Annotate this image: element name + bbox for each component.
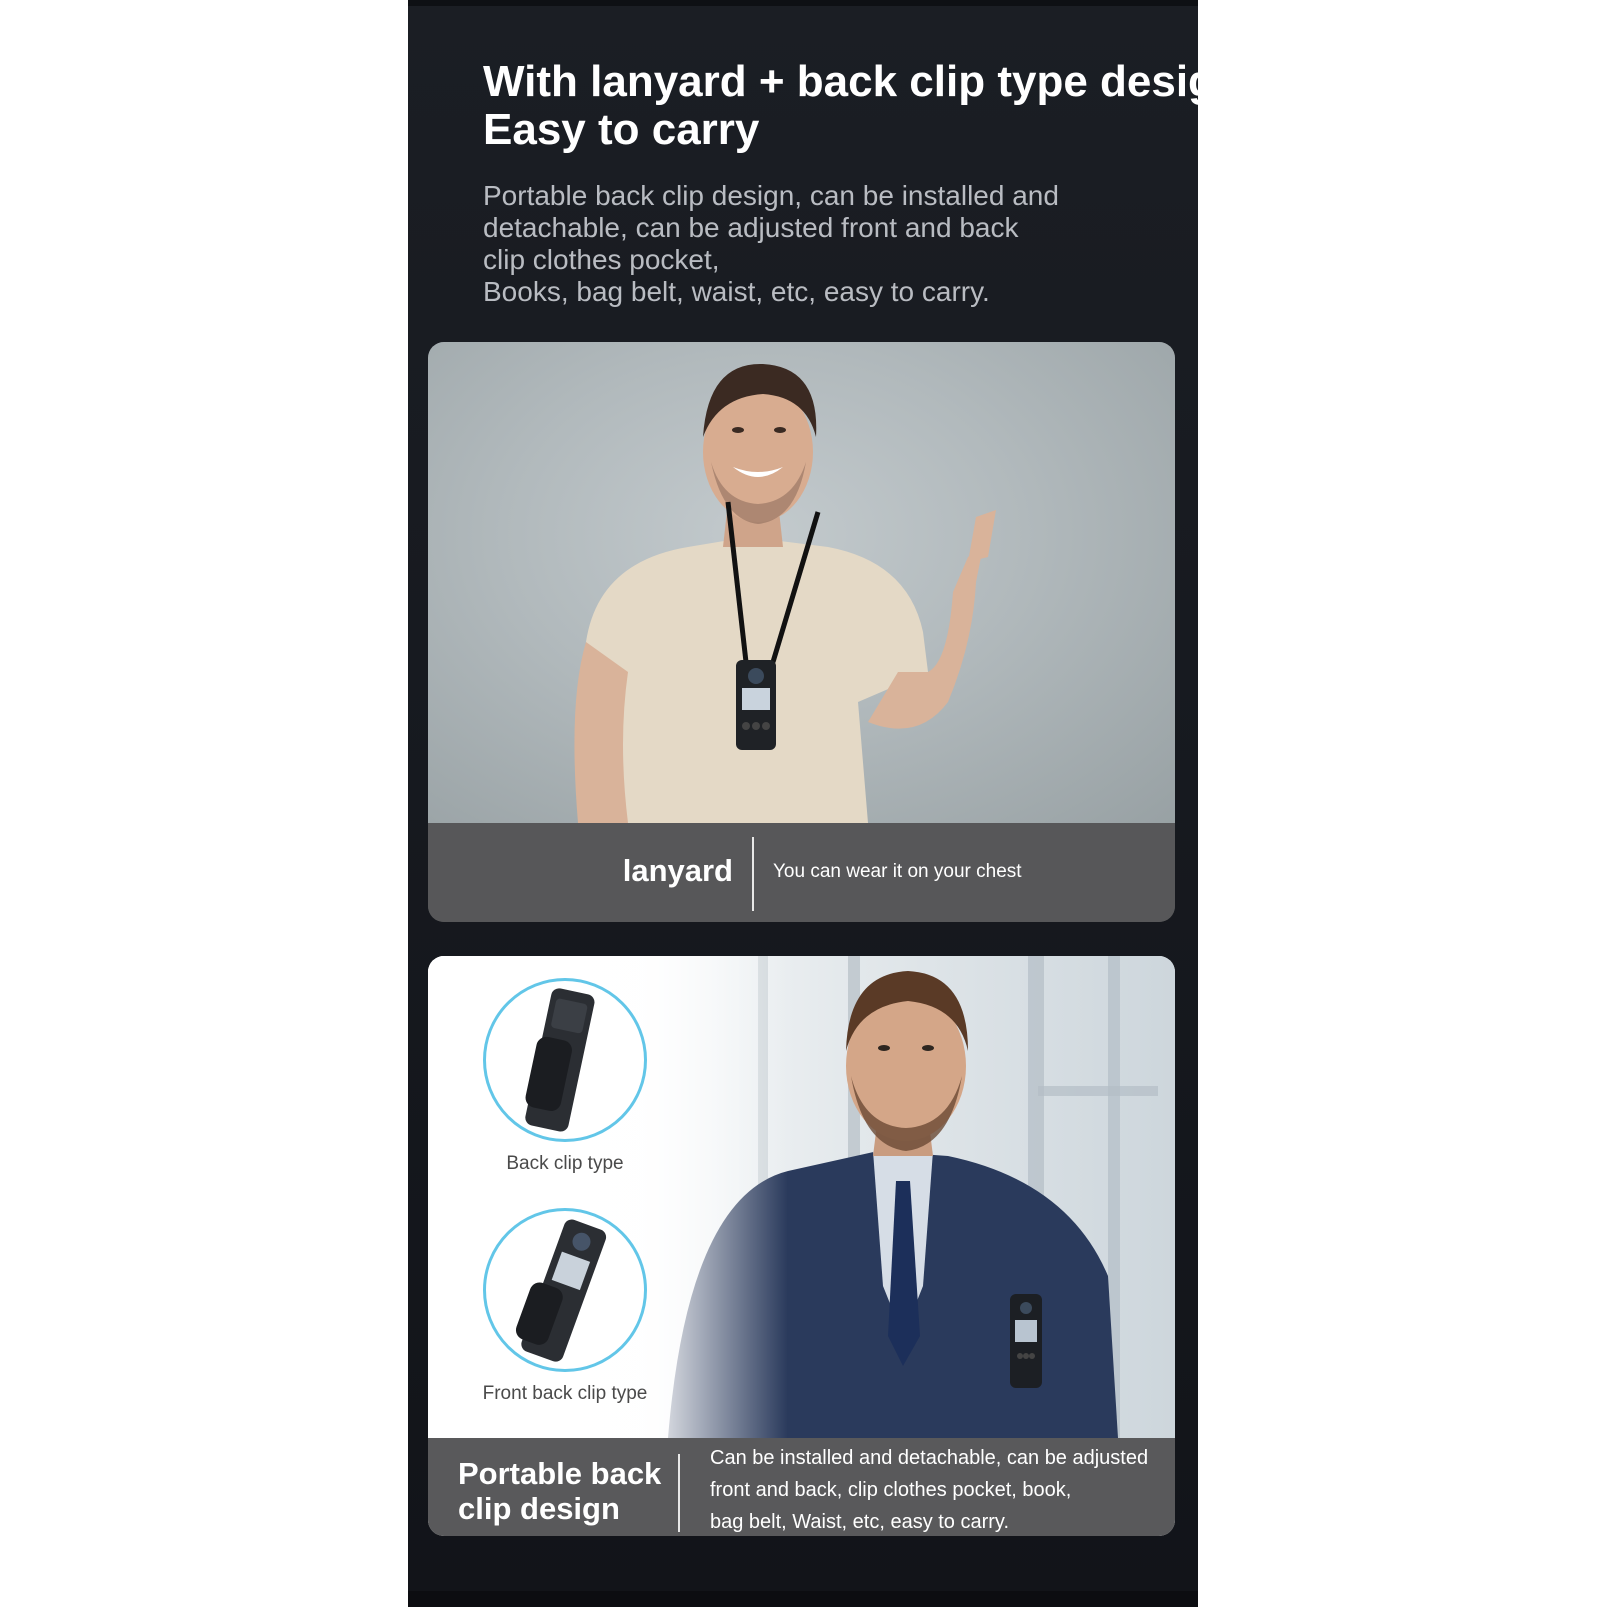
back-clip-photo: Back clip type Front back clip type — [428, 956, 1175, 1438]
back-clip-caption-bar: Portable back clip design Can be install… — [428, 1438, 1175, 1536]
back-clip-text-line-2: front and back, clip clothes pocket, boo… — [710, 1479, 1072, 1501]
lanyard-title: lanyard — [622, 853, 733, 888]
lanyard-card: lanyard You can wear it on your chest — [428, 342, 1175, 922]
back-clip-text: Can be installed and detachable, can be … — [710, 1442, 1148, 1536]
back-clip-title: Portable back clip design — [458, 1456, 661, 1526]
description-line-1: Portable back clip design, can be instal… — [483, 180, 1059, 211]
back-clip-label: Back clip type — [506, 1153, 624, 1174]
back-clip-text-line-3: bag belt, Waist, etc, easy to carry. — [710, 1511, 1010, 1533]
headline-line-1: With lanyard + back clip type design — [483, 57, 1198, 106]
headline-line-2: Easy to carry — [483, 105, 760, 154]
lanyard-photo — [428, 342, 1175, 823]
man-with-lanyard-illustration — [574, 363, 996, 823]
front-back-clip-circle — [483, 1208, 647, 1372]
lanyard-text: You can wear it on your chest — [773, 861, 1022, 882]
product-panel: With lanyard + back clip type design Eas… — [408, 0, 1198, 1607]
front-back-clip-camera-icon — [515, 1219, 607, 1362]
description-line-3: clip clothes pocket, — [483, 244, 720, 275]
description-line-2: detachable, can be adjusted front and ba… — [483, 212, 1019, 243]
description-line-4: Books, bag belt, waist, etc, easy to car… — [483, 276, 990, 307]
description: Portable back clip design, can be instal… — [483, 180, 1059, 308]
back-clip-title-line-2: clip design — [458, 1491, 620, 1526]
back-clip-camera-icon — [525, 988, 595, 1132]
front-back-clip-label: Front back clip type — [482, 1383, 648, 1404]
back-clip-card: Back clip type Front back clip type Port… — [428, 956, 1175, 1536]
headline: With lanyard + back clip type design Eas… — [483, 58, 1198, 154]
back-clip-title-line-1: Portable back — [458, 1456, 662, 1491]
lanyard-caption-bar: lanyard You can wear it on your chest — [428, 823, 1175, 922]
caption-divider — [678, 1454, 680, 1532]
back-clip-text-line-1: Can be installed and detachable, can be … — [710, 1447, 1149, 1469]
caption-divider — [752, 837, 754, 911]
back-clip-circle — [483, 978, 647, 1142]
